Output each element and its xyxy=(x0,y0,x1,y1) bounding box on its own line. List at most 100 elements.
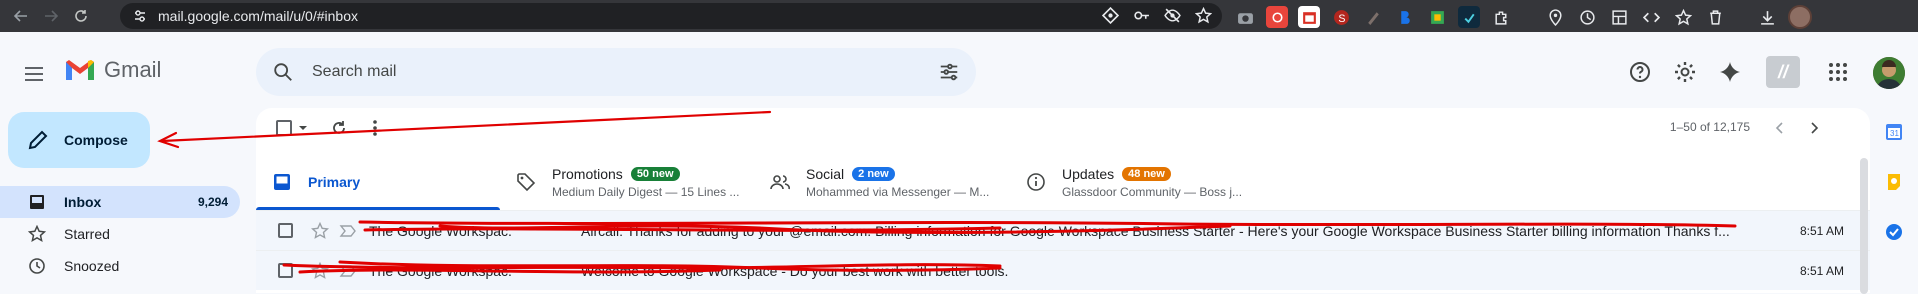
extension-g-icon[interactable] xyxy=(1426,6,1448,28)
row-checkbox[interactable] xyxy=(278,223,293,238)
back-icon[interactable] xyxy=(8,3,34,29)
sidebar-item-label: Snoozed xyxy=(64,258,120,274)
older-page-icon[interactable] xyxy=(1806,120,1822,136)
gemini-sparkle-icon[interactable] xyxy=(1718,60,1742,84)
url-text[interactable]: mail.google.com/mail/u/0/#inbox xyxy=(158,8,358,24)
extension-check-icon[interactable] xyxy=(1458,6,1480,28)
camera-extension-icon[interactable] xyxy=(1234,6,1256,28)
gmail-logo[interactable]: Gmail xyxy=(64,57,161,83)
clock-icon xyxy=(29,258,45,274)
search-icon[interactable] xyxy=(272,61,294,83)
pagination-text: 1–50 of 12,175 xyxy=(1669,120,1750,134)
extension-b-icon[interactable] xyxy=(1394,6,1416,28)
help-icon[interactable] xyxy=(1628,60,1652,84)
search-input[interactable] xyxy=(312,63,892,81)
pencil-icon xyxy=(28,130,48,150)
important-marker-icon[interactable] xyxy=(339,262,357,280)
gmail-m-icon xyxy=(66,60,94,80)
scrollbar-thumb[interactable] xyxy=(1860,158,1868,294)
tab-updates[interactable]: Updates 48 new Glassdoor Community — Boss… xyxy=(1010,154,1270,210)
email-time: 8:51 AM xyxy=(1799,263,1844,278)
tab-primary[interactable]: Primary xyxy=(256,154,500,210)
side-panel: 31 xyxy=(1870,108,1918,293)
star-icon xyxy=(28,225,46,242)
new-count-badge: 50 new xyxy=(630,166,680,181)
browser-toolbar: mail.google.com/mail/u/0/#inbox S xyxy=(0,0,1918,32)
tab-promotions[interactable]: Promotions 50 new Medium Daily Digest — 1… xyxy=(500,154,754,210)
new-count-badge: 48 new xyxy=(1122,166,1171,181)
email-row[interactable]: The Google Workspac. Aircall: Thanks for… xyxy=(256,210,1870,250)
select-all-checkbox[interactable] xyxy=(276,120,292,136)
sidebar-item-inbox[interactable]: Inbox 9,294 xyxy=(0,186,240,218)
site-info-icon[interactable] xyxy=(132,8,148,24)
email-sender: The Google Workspac. xyxy=(369,262,512,279)
extension-pen-icon[interactable] xyxy=(1362,6,1384,28)
important-marker-icon[interactable] xyxy=(339,222,357,240)
download-icon[interactable] xyxy=(1756,6,1778,28)
email-subject: Welcome to Google Workspace - Do your be… xyxy=(581,262,1009,279)
eye-off-icon[interactable] xyxy=(1164,7,1181,24)
code-icon[interactable] xyxy=(1640,6,1662,28)
svg-text:S: S xyxy=(1338,12,1345,24)
forward-icon[interactable] xyxy=(38,3,64,29)
bookmark-star-icon[interactable] xyxy=(1195,7,1212,24)
svg-text:31: 31 xyxy=(1890,129,1899,138)
calendar-icon[interactable]: 31 xyxy=(1884,122,1904,142)
extension-red-icon[interactable] xyxy=(1266,6,1288,28)
tab-preview-text: Medium Daily Digest — 15 Lines ... xyxy=(552,184,740,199)
tab-social[interactable]: Social 2 new Mohammed via Messenger — M..… xyxy=(754,154,1010,210)
row-checkbox[interactable] xyxy=(278,263,293,278)
tab-label: Promotions xyxy=(552,165,623,182)
more-options-icon[interactable] xyxy=(372,119,378,137)
email-subject: Aircall: Thanks for adding to your @emai… xyxy=(581,222,1730,239)
location-icon[interactable] xyxy=(1544,6,1566,28)
reload-icon[interactable] xyxy=(68,3,94,29)
sidebar-item-starred[interactable]: Starred xyxy=(0,218,240,250)
select-dropdown-icon[interactable] xyxy=(298,123,308,133)
extension-calendar-icon[interactable] xyxy=(1298,6,1320,28)
sidebar-item-label: Starred xyxy=(64,226,110,242)
main-menu-icon[interactable] xyxy=(22,62,46,86)
email-sender: The Google Workspac. xyxy=(369,222,512,239)
history-icon[interactable] xyxy=(1576,6,1598,28)
sidebar-item-label: Inbox xyxy=(64,194,102,210)
search-options-icon[interactable] xyxy=(938,61,960,83)
address-bar[interactable]: mail.google.com/mail/u/0/#inbox xyxy=(120,3,1222,29)
extensions-puzzle-icon[interactable] xyxy=(1490,6,1512,28)
account-avatar[interactable] xyxy=(1873,57,1905,89)
inbox-icon xyxy=(30,195,44,209)
info-icon xyxy=(1027,173,1045,191)
tab-label: Social xyxy=(806,165,845,182)
annotation-arrow-head xyxy=(157,131,180,149)
key-icon[interactable] xyxy=(1133,7,1150,24)
browser-profile-avatar[interactable] xyxy=(1788,5,1812,29)
tag-icon xyxy=(517,173,536,192)
bookmarks-icon[interactable] xyxy=(1672,6,1694,28)
sidebar-nav: Inbox 9,294 Starred Snoozed xyxy=(0,186,240,282)
new-count-badge: 2 new xyxy=(852,166,895,181)
settings-gear-icon[interactable] xyxy=(1673,60,1697,84)
extension-s-icon[interactable]: S xyxy=(1330,6,1352,28)
refresh-icon[interactable] xyxy=(330,119,348,137)
tab-grid-icon[interactable] xyxy=(1608,6,1630,28)
tab-label: Updates xyxy=(1062,165,1115,182)
tab-label: Primary xyxy=(308,174,361,190)
avatar-image xyxy=(1873,57,1905,89)
workspace-logo-icon[interactable]: // xyxy=(1766,56,1800,88)
newer-page-icon[interactable] xyxy=(1772,120,1788,136)
category-tabs: Primary Promotions 50 new Medium Daily Di… xyxy=(256,154,1870,210)
mail-list-panel: 1–50 of 12,175 Primary Promotions 50 new … xyxy=(256,108,1870,294)
compose-button[interactable]: Compose xyxy=(8,112,150,168)
star-icon[interactable] xyxy=(311,221,329,240)
mail-toolbar: 1–50 of 12,175 xyxy=(256,108,1870,148)
sidebar-item-snoozed[interactable]: Snoozed xyxy=(0,250,240,282)
trash-icon[interactable] xyxy=(1704,6,1726,28)
email-row[interactable]: The Google Workspac. Welcome to Google W… xyxy=(256,250,1870,290)
tasks-icon[interactable] xyxy=(1884,222,1904,242)
search-bar[interactable] xyxy=(256,48,976,96)
star-icon[interactable] xyxy=(311,261,329,280)
translate-icon[interactable] xyxy=(1102,7,1119,24)
apps-grid-icon[interactable] xyxy=(1826,60,1850,84)
keep-icon[interactable] xyxy=(1884,172,1904,192)
compose-label: Compose xyxy=(64,132,128,148)
